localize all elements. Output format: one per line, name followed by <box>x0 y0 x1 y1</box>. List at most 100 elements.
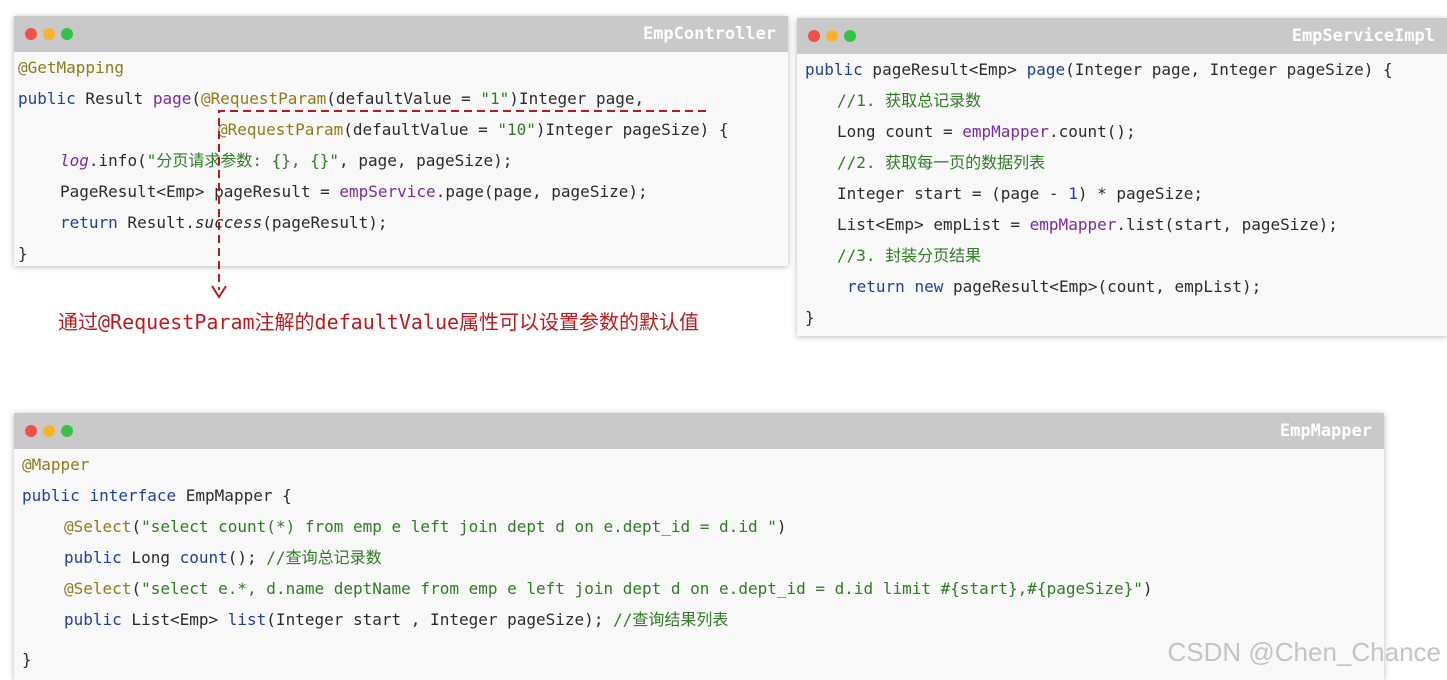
watermark: CSDN @Chen_Chance <box>1167 637 1441 667</box>
code-line: } <box>805 302 815 333</box>
code-line: @Mapper <box>22 449 89 480</box>
code-line: @RequestParam(defaultValue = "10")Intege… <box>218 114 729 145</box>
field-token: empService <box>339 182 436 201</box>
code-text: .count(); <box>1048 122 1136 141</box>
method-token: page <box>152 89 192 108</box>
code-line: public List<Emp> list(Integer start , In… <box>64 604 728 635</box>
code-line: @GetMapping <box>18 52 124 83</box>
maximize-dot-icon[interactable] <box>61 425 73 437</box>
minimize-dot-icon[interactable] <box>43 425 55 437</box>
emp-service-impl-window: EmpServiceImpl public pageResult<Emp> pa… <box>797 18 1447 336</box>
logger-token: log <box>60 151 89 170</box>
keyword-token: public <box>22 486 80 505</box>
code-line: public Result page(@RequestParam(default… <box>18 83 644 114</box>
code-line: return new pageResult<Emp>(count, empLis… <box>847 271 1261 302</box>
code-text: Long <box>121 548 180 567</box>
window-title: EmpController <box>642 24 776 44</box>
code-text: Result <box>75 89 153 108</box>
close-dot-icon[interactable] <box>25 425 37 437</box>
code-block: @GetMapping public Result page(@RequestP… <box>14 52 788 263</box>
code-text: (Integer page, Integer pageSize) { <box>1065 60 1393 79</box>
maximize-dot-icon[interactable] <box>61 28 73 40</box>
code-text: } <box>18 244 28 263</box>
comment-token: //查询结果列表 <box>613 610 729 629</box>
code-line: return Result.success(pageResult); <box>60 207 388 238</box>
code-text: ( <box>131 579 142 598</box>
keyword-token: return <box>847 277 905 296</box>
code-text: } <box>805 308 815 327</box>
string-token: "分页请求参数: {}, {}" <box>146 151 340 170</box>
code-text: ) <box>776 517 787 536</box>
comment-token: //1. 获取总记录数 <box>837 91 982 110</box>
window-titlebar: EmpController <box>14 16 788 52</box>
window-titlebar: EmpServiceImpl <box>797 18 1447 54</box>
keyword-token: interface <box>89 486 177 505</box>
code-text: PageResult<Emp> pageResult = <box>60 182 340 201</box>
code-text: (); <box>227 548 267 567</box>
code-text: (defaultValue = <box>343 120 498 139</box>
window-titlebar: EmpMapper <box>14 413 1384 449</box>
code-line: } <box>18 238 28 269</box>
maximize-dot-icon[interactable] <box>844 30 856 42</box>
code-text: Result. <box>117 213 195 232</box>
code-text: pageResult<Emp> <box>862 60 1027 79</box>
code-line: public pageResult<Emp> page(Integer page… <box>805 54 1393 85</box>
code-block: @Mapper public interface EmpMapper { @Se… <box>14 449 1384 669</box>
keyword-token: public <box>64 610 122 629</box>
method-token: success <box>194 213 263 232</box>
keyword-token: new <box>914 277 944 296</box>
minimize-dot-icon[interactable] <box>43 28 55 40</box>
code-line: //1. 获取总记录数 <box>837 85 981 116</box>
window-controls <box>25 28 79 47</box>
number-token: 1 <box>1068 184 1078 203</box>
code-line: public interface EmpMapper { <box>22 480 292 511</box>
window-controls <box>808 30 862 49</box>
keyword-token: return <box>60 213 118 232</box>
method-token: list <box>227 610 267 629</box>
code-text: Integer start = (page - <box>837 184 1069 203</box>
window-title: EmpServiceImpl <box>1291 26 1435 46</box>
code-text: .page(page, pageSize); <box>435 182 648 201</box>
method-token: count <box>179 548 228 567</box>
comment-token: //3. 封装分页结果 <box>837 246 982 265</box>
code-text: List<Emp> <box>121 610 228 629</box>
keyword-token: public <box>64 548 122 567</box>
close-dot-icon[interactable] <box>808 30 820 42</box>
code-text: ) * pageSize; <box>1077 184 1204 203</box>
code-text: pageResult<Emp>(count, empList); <box>943 277 1262 296</box>
code-line: public Long count(); //查询总记录数 <box>64 542 382 573</box>
string-token: "10" <box>497 120 536 139</box>
annotation-token: @Select <box>64 579 132 598</box>
code-text: (pageResult); <box>262 213 388 232</box>
code-line: //2. 获取每一页的数据列表 <box>837 147 1045 178</box>
window-controls <box>25 425 79 444</box>
field-token: empMapper <box>1029 215 1117 234</box>
code-text: EmpMapper { <box>176 486 292 505</box>
close-dot-icon[interactable] <box>25 28 37 40</box>
code-text: } <box>22 650 32 669</box>
keyword-token: public <box>18 89 76 108</box>
code-line: @Select("select count(*) from emp e left… <box>64 511 786 542</box>
code-line: //3. 封装分页结果 <box>837 240 981 271</box>
code-line: List<Emp> empList = empMapper.list(start… <box>837 209 1338 240</box>
field-token: empMapper <box>962 122 1049 141</box>
code-text: List<Emp> empList = <box>837 215 1030 234</box>
code-line: Integer start = (page - 1) * pageSize; <box>837 178 1203 209</box>
keyword-token: public <box>805 60 863 79</box>
annotation-token: @RequestParam <box>201 89 327 108</box>
minimize-dot-icon[interactable] <box>826 30 838 42</box>
code-block: public pageResult<Emp> page(Integer page… <box>797 54 1447 327</box>
code-text: (Integer start , Integer pageSize); <box>266 610 614 629</box>
annotation-token: @Select <box>64 517 132 536</box>
comment-token: //查询总记录数 <box>266 548 382 567</box>
annotation-token: @Mapper <box>22 455 90 474</box>
code-text: .info( <box>88 151 147 170</box>
code-text: (defaultValue = <box>326 89 481 108</box>
code-line: } <box>22 644 32 675</box>
string-token: "1" <box>480 89 510 108</box>
annotation-token: @GetMapping <box>18 58 124 77</box>
code-line: Long count = empMapper.count(); <box>837 116 1136 147</box>
code-text: )Integer page, <box>509 89 645 108</box>
